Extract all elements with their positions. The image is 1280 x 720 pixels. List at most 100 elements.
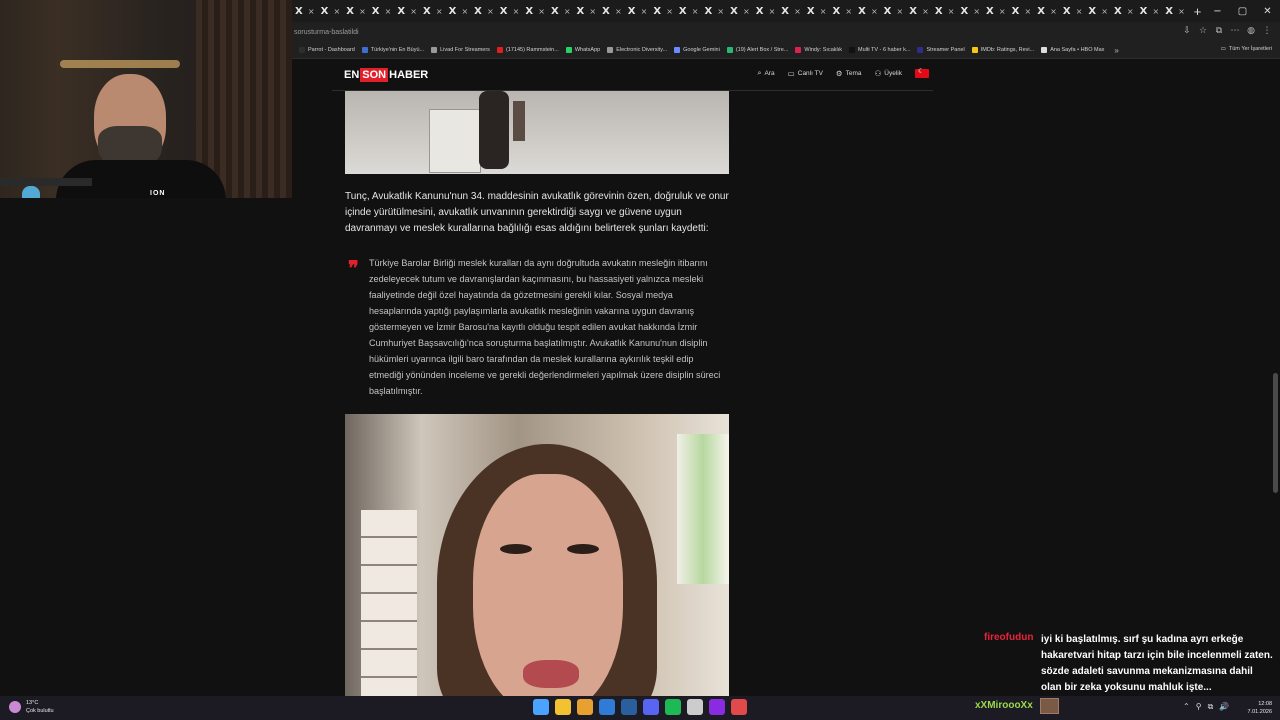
bookmark-item[interactable]: (19) Alert Box / Stre... bbox=[726, 47, 788, 53]
bookmark-item[interactable]: Google Gemini bbox=[674, 47, 720, 53]
browser-tab[interactable]: X × bbox=[497, 0, 523, 22]
sidebar-icon[interactable]: ⋯ bbox=[1230, 26, 1240, 36]
tray-chevron-icon[interactable]: ⌃ bbox=[1183, 702, 1190, 712]
taskbar-app-icon[interactable] bbox=[731, 699, 747, 715]
tab-close-icon[interactable]: × bbox=[717, 7, 724, 16]
browser-tab[interactable]: X × bbox=[1034, 0, 1060, 22]
browser-tab[interactable]: X × bbox=[829, 0, 855, 22]
tab-close-icon[interactable]: × bbox=[743, 7, 750, 16]
tab-close-icon[interactable]: × bbox=[359, 7, 366, 16]
browser-tab[interactable]: X × bbox=[855, 0, 881, 22]
browser-tab[interactable]: X × bbox=[522, 0, 548, 22]
system-clock[interactable]: 12:08 7.01.2026 bbox=[1240, 700, 1272, 716]
browser-tab[interactable]: X × bbox=[1085, 0, 1111, 22]
bookmark-item[interactable]: Multi TV - 6 haber k... bbox=[849, 47, 910, 53]
menu-icon[interactable]: ⋮ bbox=[1262, 26, 1272, 36]
browser-tab[interactable]: X × bbox=[753, 0, 779, 22]
page-scrollbar[interactable] bbox=[1273, 63, 1278, 693]
tab-close-icon[interactable]: × bbox=[615, 7, 622, 16]
url-text[interactable]: sorusturma-baslatildi bbox=[294, 29, 359, 36]
tab-close-icon[interactable]: × bbox=[308, 7, 315, 16]
bookmark-item[interactable]: Livad For Streamers bbox=[431, 47, 490, 53]
tab-close-icon[interactable]: × bbox=[845, 7, 852, 16]
tab-close-icon[interactable]: × bbox=[513, 7, 520, 16]
browser-tab[interactable]: X × bbox=[625, 0, 651, 22]
turkish-flag-icon[interactable] bbox=[915, 67, 929, 78]
new-tab-button[interactable]: + bbox=[1194, 4, 1202, 19]
tray-network-icon[interactable]: ⧉ bbox=[1208, 702, 1214, 712]
browser-tab[interactable]: X × bbox=[420, 0, 446, 22]
browser-tab[interactable]: X × bbox=[394, 0, 420, 22]
tab-close-icon[interactable]: × bbox=[948, 7, 955, 16]
browser-tab[interactable]: X × bbox=[983, 0, 1009, 22]
browser-tab[interactable]: X × bbox=[343, 0, 369, 22]
tab-close-icon[interactable]: × bbox=[692, 7, 699, 16]
taskbar-app-icon[interactable] bbox=[709, 699, 725, 715]
taskbar-app-icon[interactable] bbox=[687, 699, 703, 715]
tab-close-icon[interactable]: × bbox=[871, 7, 878, 16]
minimize-button[interactable]: − bbox=[1205, 6, 1230, 17]
bookmark-item[interactable]: Windy: Sıcaklık bbox=[795, 47, 842, 53]
browser-tab[interactable]: X × bbox=[804, 0, 830, 22]
tab-close-icon[interactable]: × bbox=[922, 7, 929, 16]
bookmark-item[interactable]: (17145) Rammstein... bbox=[496, 47, 559, 53]
tab-close-icon[interactable]: × bbox=[538, 7, 545, 16]
tab-close-icon[interactable]: × bbox=[666, 7, 673, 16]
weather-widget[interactable]: 13°C Çok bulutlu bbox=[9, 699, 54, 715]
browser-tab[interactable]: X × bbox=[599, 0, 625, 22]
nav-theme[interactable]: ⚙ Tema bbox=[836, 69, 862, 78]
taskbar-app-icon[interactable] bbox=[577, 699, 593, 715]
bookmark-item[interactable]: IMDb: Ratings, Revi... bbox=[971, 47, 1034, 53]
browser-tab[interactable]: X × bbox=[778, 0, 804, 22]
tab-close-icon[interactable]: × bbox=[333, 7, 340, 16]
tab-close-icon[interactable]: × bbox=[1076, 7, 1083, 16]
browser-tab[interactable]: X × bbox=[471, 0, 497, 22]
bookmark-item[interactable]: Parrot - Dashboard bbox=[299, 47, 355, 53]
browser-tab[interactable]: X × bbox=[881, 0, 907, 22]
browser-tab[interactable]: X × bbox=[446, 0, 472, 22]
bookmark-item[interactable]: WhatsApp bbox=[565, 47, 600, 53]
browser-tab[interactable]: X × bbox=[1060, 0, 1086, 22]
maximize-button[interactable]: ▢ bbox=[1230, 6, 1255, 17]
browser-tab[interactable]: X × bbox=[932, 0, 958, 22]
nav-search[interactable]: ⌕ Ara bbox=[757, 68, 774, 78]
bookmark-item[interactable]: Electronic Diversity... bbox=[607, 47, 667, 53]
browser-tab[interactable]: X × bbox=[650, 0, 676, 22]
close-window-button[interactable]: ✕ bbox=[1255, 6, 1280, 17]
tab-close-icon[interactable]: × bbox=[794, 7, 801, 16]
tab-close-icon[interactable]: × bbox=[461, 7, 468, 16]
browser-tab[interactable]: X × bbox=[906, 0, 932, 22]
tab-close-icon[interactable]: × bbox=[564, 7, 571, 16]
extensions-icon[interactable]: ⧉ bbox=[1214, 26, 1224, 36]
browser-tab[interactable]: X × bbox=[957, 0, 983, 22]
profile-icon[interactable]: ◍ bbox=[1246, 26, 1256, 36]
tab-close-icon[interactable]: × bbox=[769, 7, 776, 16]
tab-close-icon[interactable]: × bbox=[487, 7, 494, 16]
taskbar-app-icon[interactable] bbox=[643, 699, 659, 715]
tab-close-icon[interactable]: × bbox=[1025, 7, 1032, 16]
taskbar-app-icon[interactable] bbox=[599, 699, 615, 715]
taskbar-app-icon[interactable] bbox=[555, 699, 571, 715]
bookmark-star-icon[interactable]: ☆ bbox=[1198, 26, 1208, 36]
taskbar-app-icon[interactable] bbox=[533, 699, 549, 715]
browser-tab[interactable]: X × bbox=[318, 0, 344, 22]
browser-tab[interactable]: X × bbox=[1009, 0, 1035, 22]
tab-close-icon[interactable]: × bbox=[1101, 7, 1108, 16]
browser-tab[interactable]: X × bbox=[702, 0, 728, 22]
tab-close-icon[interactable]: × bbox=[1050, 7, 1057, 16]
browser-tab[interactable]: X × bbox=[574, 0, 600, 22]
tray-volume-icon[interactable]: 🔊 bbox=[1219, 702, 1229, 712]
browser-tab[interactable]: X × bbox=[676, 0, 702, 22]
browser-tab[interactable]: X × bbox=[292, 0, 318, 22]
browser-tab[interactable]: X × bbox=[1111, 0, 1137, 22]
tab-close-icon[interactable]: × bbox=[641, 7, 648, 16]
tab-close-icon[interactable]: × bbox=[973, 7, 980, 16]
bookmarks-more-button[interactable]: » bbox=[1114, 46, 1118, 55]
tab-close-icon[interactable]: × bbox=[589, 7, 596, 16]
tab-close-icon[interactable]: × bbox=[999, 7, 1006, 16]
tab-close-icon[interactable]: × bbox=[1152, 7, 1159, 16]
taskbar-app-icon[interactable] bbox=[621, 699, 637, 715]
tab-close-icon[interactable]: × bbox=[820, 7, 827, 16]
tab-close-icon[interactable]: × bbox=[897, 7, 904, 16]
taskbar-app-icon[interactable] bbox=[665, 699, 681, 715]
